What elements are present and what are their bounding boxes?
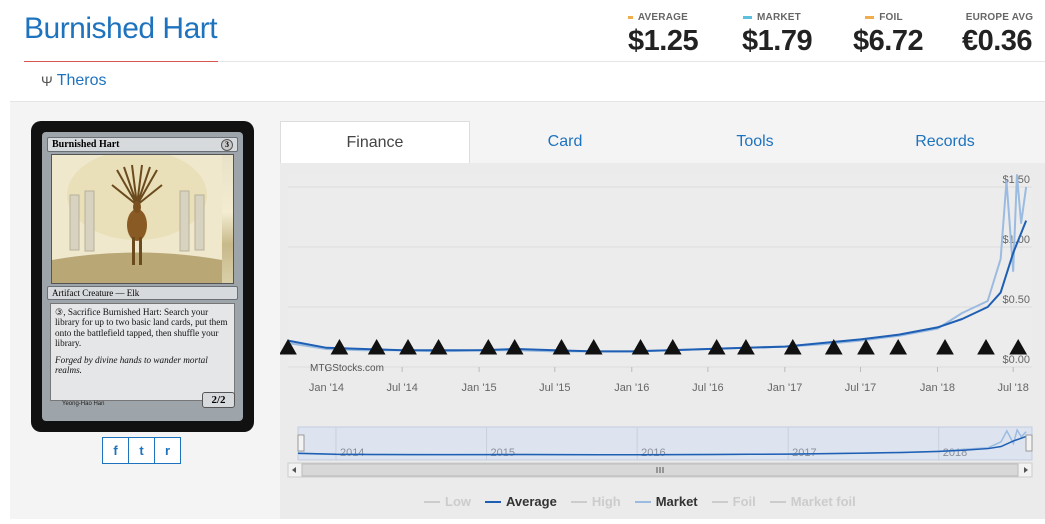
price-label: AVERAGE [637, 12, 688, 23]
card-title: Burnished Hart [24, 12, 218, 45]
x-tick-label: Jan '14 [309, 382, 344, 394]
legend-label: Market [655, 494, 698, 509]
card-type-line: Artifact Creature — Elk [47, 286, 238, 300]
legend-item-market-foil[interactable]: Market foil [769, 494, 856, 509]
card-image-name: Burnished Hart [52, 139, 120, 150]
header: Burnished Hart Ψ Theros AVERAGE $1.25 MARK… [0, 0, 1045, 100]
x-tick-label: Jan '18 [920, 382, 955, 394]
card-power-toughness: 2/2 [202, 392, 235, 408]
twitter-share-button[interactable]: t [128, 437, 155, 464]
header-divider [218, 61, 1045, 62]
tab-bar: Finance Card Tools Records [280, 121, 1045, 163]
x-tick-label: Jan '16 [614, 382, 649, 394]
x-tick-label: Jul '15 [539, 382, 570, 394]
card-art [51, 154, 234, 284]
chart-legend: Low Average High Market Foil Market foil [424, 494, 856, 509]
card-image: Burnished Hart 3 Artifact Creature — Elk… [31, 121, 254, 432]
price-color-marker [743, 16, 752, 19]
navigator-tick-label: 2016 [641, 447, 665, 459]
facebook-share-button[interactable]: f [102, 437, 129, 464]
legend-line-marker [485, 500, 501, 503]
card-artist: Yeong-Hao Han [62, 401, 105, 407]
legend-label: Average [506, 494, 557, 509]
price-value: $1.25 [628, 25, 699, 57]
navigator-tick-label: 2014 [340, 447, 364, 459]
price-value: $6.72 [853, 25, 924, 57]
tab-finance[interactable]: Finance [280, 121, 470, 163]
reddit-share-button[interactable]: r [154, 437, 181, 464]
x-tick-label: Jan '17 [767, 382, 802, 394]
title-underline [24, 61, 218, 62]
y-tick-label: $0.00 [1002, 354, 1030, 366]
legend-label: Market foil [790, 494, 856, 509]
legend-item-foil[interactable]: Foil [711, 494, 756, 509]
card-text-box: ③, Sacrifice Burnished Hart: Search your… [50, 303, 235, 401]
plot-background [288, 175, 1032, 367]
price-color-marker [628, 16, 633, 19]
legend-item-low[interactable]: Low [424, 494, 471, 509]
card-face: Burnished Hart 3 Artifact Creature — Elk… [42, 132, 243, 421]
theros-set-icon: Ψ [41, 73, 53, 89]
card-flavor-text: Forged by divine hands to wander mortal … [55, 354, 208, 376]
legend-item-high[interactable]: High [570, 494, 621, 509]
price-foil: FOIL $6.72 [853, 12, 924, 58]
price-value: €0.36 [961, 25, 1033, 57]
price-color-marker [865, 16, 875, 19]
navigator-left-handle[interactable] [297, 434, 305, 452]
tab-card[interactable]: Card [470, 121, 660, 163]
price-label: MARKET [757, 12, 801, 23]
navigator-tick-label: 2015 [491, 447, 515, 459]
navigator-tick-label: 2017 [792, 447, 816, 459]
set-name: Theros [56, 72, 107, 89]
share-buttons: f t r [102, 437, 181, 464]
chart-watermark: MTGStocks.com [310, 363, 384, 374]
price-market: MARKET $1.79 [742, 12, 813, 58]
mana-cost-icon: 3 [221, 138, 233, 151]
price-europe-avg: EUROPE AVG €0.36 [961, 12, 1033, 58]
price-average: AVERAGE $1.25 [628, 12, 699, 58]
legend-line-marker [424, 500, 440, 503]
legend-line-marker [769, 500, 786, 503]
legend-item-average[interactable]: Average [485, 494, 557, 509]
price-chart-panel: $0.00 $0.50 $1.00 $1.50 Jan '14 Jul '14 Jan '1… [279, 163, 1045, 519]
card-name-bar: Burnished Hart 3 [47, 137, 238, 152]
legend-line-marker [570, 500, 587, 503]
x-tick-label: Jul '17 [845, 382, 876, 394]
price-value: $1.79 [742, 25, 813, 57]
elk-artwork [52, 155, 222, 283]
price-label: EUROPE AVG [965, 12, 1034, 23]
x-tick-label: Jul '14 [386, 382, 417, 394]
x-tick-label: Jul '16 [692, 382, 723, 394]
legend-line-marker [711, 500, 728, 503]
legend-label: Low [445, 494, 471, 509]
price-chart[interactable]: $0.00$0.50$1.00$1.50Jan '14 Jul '14 Jan '1… [279, 163, 1045, 519]
x-tick-label: Jul '18 [997, 382, 1028, 394]
legend-label: High [591, 494, 621, 509]
legend-item-market[interactable]: Market [634, 494, 698, 509]
y-tick-label: $0.50 [1002, 294, 1030, 306]
legend-label: Foil [732, 494, 756, 509]
card-rules-text: ③, Sacrifice Burnished Hart: Search your… [55, 307, 228, 349]
set-link[interactable]: Ψ Theros [41, 72, 107, 90]
price-label: FOIL [879, 12, 903, 23]
navigator-right-handle[interactable] [1025, 434, 1033, 452]
tab-records[interactable]: Records [850, 121, 1040, 163]
tab-tools[interactable]: Tools [660, 121, 850, 163]
x-tick-label: Jan '15 [462, 382, 497, 394]
legend-line-marker [634, 500, 651, 503]
